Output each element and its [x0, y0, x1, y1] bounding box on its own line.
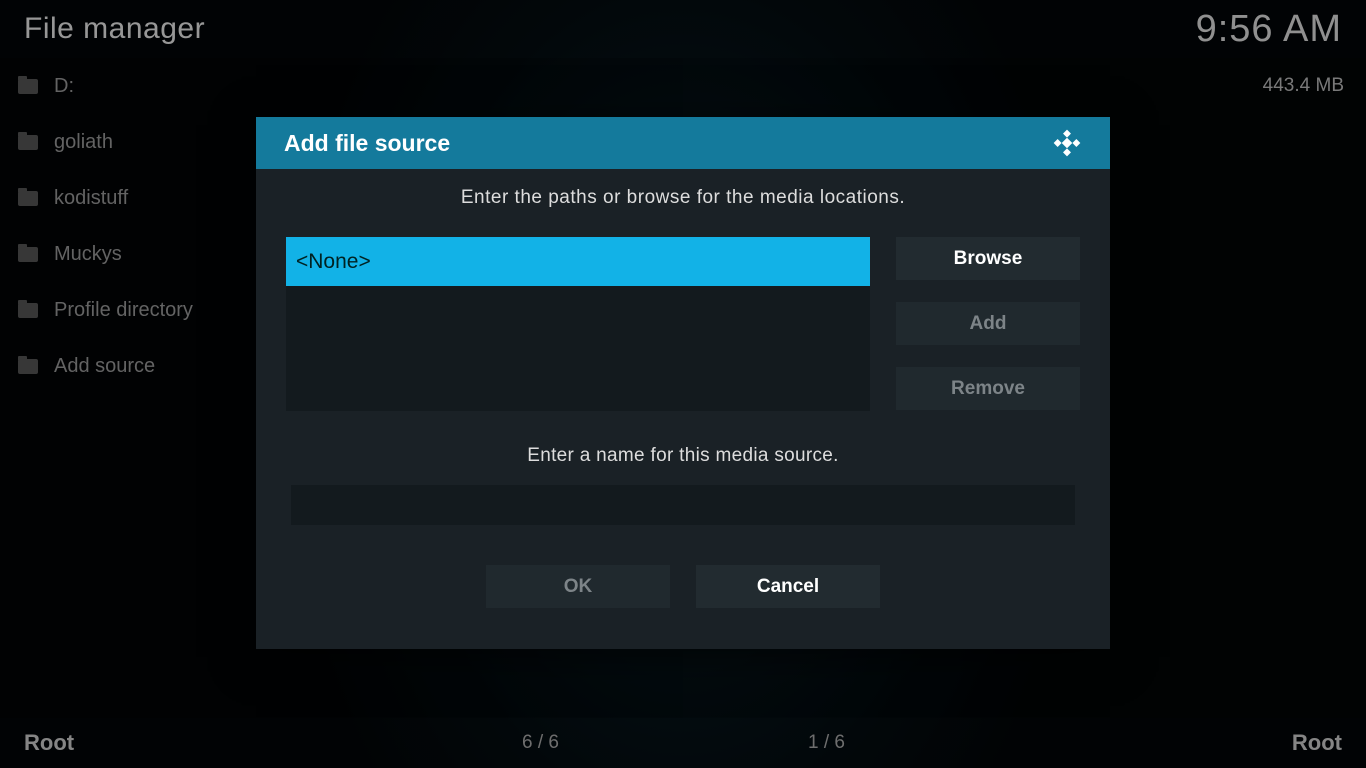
add-button[interactable]: Add [896, 302, 1080, 345]
path-list: <None> [286, 237, 870, 411]
dialog-title: Add file source [284, 130, 450, 157]
name-instruction: Enter a name for this media source. [286, 445, 1080, 467]
remove-button[interactable]: Remove [896, 367, 1080, 410]
dialog-header: Add file source [256, 117, 1110, 169]
add-file-source-dialog: Add file source Enter the paths or brows… [256, 117, 1110, 649]
source-name-input[interactable] [291, 485, 1075, 525]
browse-button[interactable]: Browse [896, 237, 1080, 280]
paths-instruction: Enter the paths or browse for the media … [286, 187, 1080, 209]
paths-section: <None> Browse Add Remove [286, 237, 1080, 411]
kodi-logo-icon [1052, 128, 1082, 158]
path-side-buttons: Browse Add Remove [896, 237, 1080, 411]
path-input[interactable]: <None> [286, 237, 870, 286]
dialog-action-buttons: OK Cancel [286, 565, 1080, 608]
dialog-body: Enter the paths or browse for the media … [256, 169, 1110, 608]
ok-button[interactable]: OK [486, 565, 670, 608]
cancel-button[interactable]: Cancel [696, 565, 880, 608]
